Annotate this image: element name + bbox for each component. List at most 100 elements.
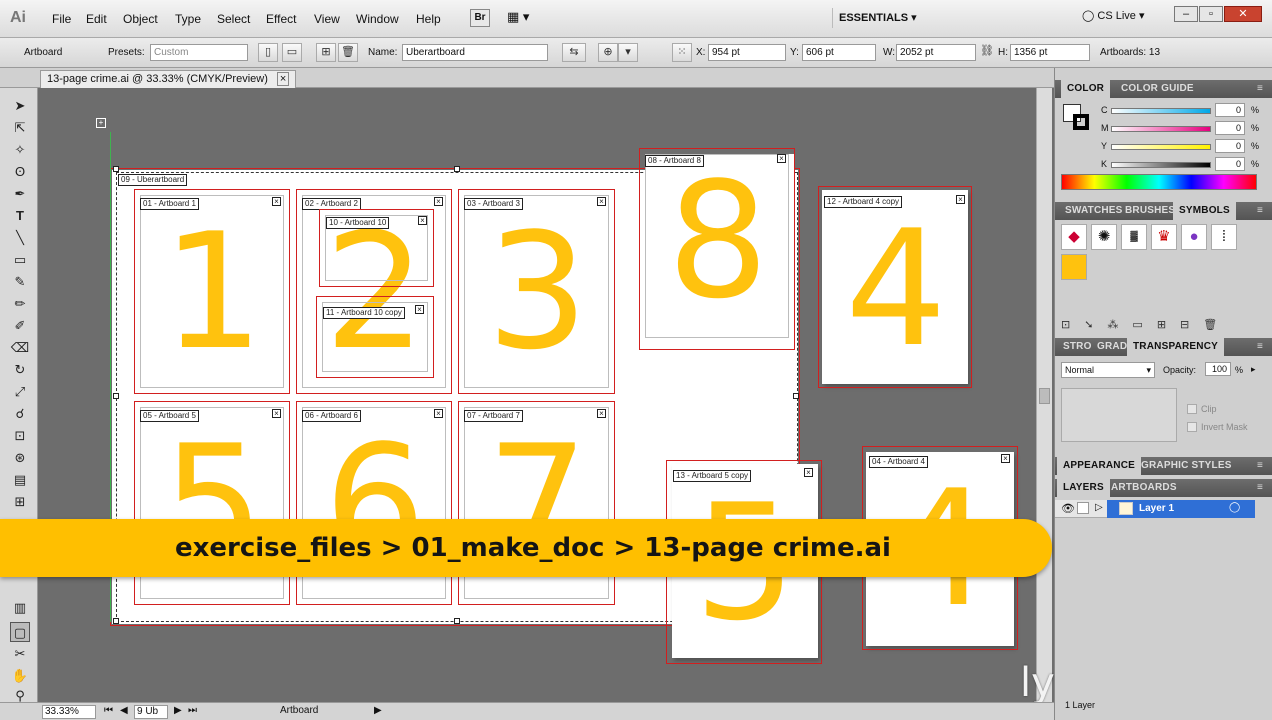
height-field[interactable]: 1356 pt xyxy=(1010,44,1090,61)
tab-brushes[interactable]: BRUSHES xyxy=(1119,202,1181,220)
tab-transparency[interactable]: TRANSPARENCY xyxy=(1127,338,1224,356)
tab-symbols[interactable]: SYMBOLS xyxy=(1173,202,1236,220)
menu-file[interactable]: File xyxy=(52,12,71,26)
symbol-splat-icon[interactable]: ✺ xyxy=(1091,224,1117,250)
handle-tl[interactable] xyxy=(113,166,119,172)
rotate-tool-icon[interactable]: ↻ xyxy=(10,360,30,380)
appearance-menu-icon[interactable]: ≡ xyxy=(1251,457,1269,475)
shape-builder-tool-icon[interactable]: ⊛ xyxy=(10,448,30,468)
artboard-12-frame[interactable]: 4 12 - Artboard 4 copy × xyxy=(818,186,972,388)
expand-layer-icon[interactable]: ▷ xyxy=(1095,502,1103,513)
arrange-documents-icon[interactable]: ▦ ▾ xyxy=(507,9,537,27)
stroke-swatch[interactable] xyxy=(1073,114,1089,130)
symbols-menu-icon[interactable]: ≡ xyxy=(1251,202,1269,220)
direct-selection-tool-icon[interactable]: ⇱ xyxy=(10,118,30,138)
color-spectrum[interactable] xyxy=(1061,174,1257,190)
y-field[interactable]: 606 pt xyxy=(802,44,876,61)
panel-menu-icon[interactable]: ≡ xyxy=(1251,80,1269,98)
fill-stroke-swatch[interactable] xyxy=(1063,104,1091,132)
show-center-icon[interactable]: ⊕ xyxy=(598,43,618,62)
warp-tool-icon[interactable]: ☌ xyxy=(10,404,30,424)
type-tool-icon[interactable]: T xyxy=(10,206,30,226)
artboard-8-close-icon[interactable]: × xyxy=(777,154,786,163)
bridge-button[interactable]: Br xyxy=(470,9,490,27)
artboard-5-close-icon[interactable]: × xyxy=(272,409,281,418)
zoom-field[interactable]: 33.33% xyxy=(42,705,96,719)
menu-help[interactable]: Help xyxy=(416,12,441,26)
x-field[interactable]: 954 pt xyxy=(708,44,786,61)
tab-artboards[interactable]: ARTBOARDS xyxy=(1105,479,1183,497)
landscape-icon[interactable]: ▭ xyxy=(282,43,302,62)
artboard-11-close-icon[interactable]: × xyxy=(415,305,424,314)
line-tool-icon[interactable]: ╲ xyxy=(10,228,30,248)
artboard-13-close-icon[interactable]: × xyxy=(804,468,813,477)
eraser-tool-icon[interactable]: ⌫ xyxy=(10,338,30,358)
symbol-mask-icon[interactable]: ♛ xyxy=(1151,224,1177,250)
width-field[interactable]: 2052 pt xyxy=(896,44,976,61)
hand-tool-icon[interactable]: ✋ xyxy=(10,666,30,686)
menu-edit[interactable]: Edit xyxy=(86,12,107,26)
symbol-frame-icon[interactable]: ⁞ xyxy=(1211,224,1237,250)
artboard-1-frame[interactable]: 1 01 - Artboard 1 × xyxy=(134,189,290,394)
constrain-proportions-icon[interactable]: ⛓ xyxy=(980,43,994,62)
symbol-yellow-swatch[interactable] xyxy=(1061,254,1087,280)
tab-graphic-styles[interactable]: GRAPHIC STYLES xyxy=(1135,457,1238,475)
mesh-tool-icon[interactable]: ⊞ xyxy=(10,492,30,512)
reference-point-icon[interactable]: ⁙ xyxy=(672,43,692,62)
status-menu-icon[interactable]: ▶ xyxy=(374,705,382,719)
tab-color[interactable]: COLOR xyxy=(1061,80,1111,98)
canvas-area[interactable]: + 09 - Uberartboard 1 01 - Artboard 1 × … xyxy=(38,88,1052,702)
tab-color-guide[interactable]: COLOR GUIDE xyxy=(1115,80,1200,98)
vertical-scrollbar[interactable] xyxy=(1036,88,1052,702)
free-transform-tool-icon[interactable]: ⊡ xyxy=(10,426,30,446)
artboard-name-field[interactable]: Uberartboard xyxy=(402,44,548,61)
next-artboard-icon[interactable]: ▶ xyxy=(174,705,182,719)
handle-tm[interactable] xyxy=(454,166,460,172)
selection-tool-icon[interactable]: ➤ xyxy=(10,96,30,116)
layer-row[interactable]: 👁 ▷ Layer 1 ◯ xyxy=(1055,500,1255,518)
layer-target-icon[interactable]: ◯ xyxy=(1229,502,1240,513)
opacity-arrow-icon[interactable]: ▸ xyxy=(1251,364,1256,375)
presets-select[interactable]: Custom xyxy=(150,44,248,61)
prev-artboard-icon[interactable]: ◀ xyxy=(120,705,128,719)
channel-k-slider[interactable] xyxy=(1111,162,1211,168)
artboard-10-frame[interactable]: 10 - Artboard 10 × xyxy=(319,209,434,287)
tab-layers[interactable]: LAYERS xyxy=(1057,479,1110,497)
mask-thumbnail[interactable] xyxy=(1061,388,1177,442)
artboard-7-close-icon[interactable]: × xyxy=(597,409,606,418)
handle-bl[interactable] xyxy=(113,618,119,624)
document-tab[interactable]: 13-page crime.ai @ 33.33% (CMYK/Preview)… xyxy=(40,70,297,88)
artboard-1-close-icon[interactable]: × xyxy=(272,197,281,206)
transparency-menu-icon[interactable]: ≡ xyxy=(1251,338,1269,356)
invert-mask-checkbox[interactable] xyxy=(1187,422,1197,432)
blend-mode-select[interactable]: Normal ▾ xyxy=(1061,362,1155,378)
lock-toggle[interactable] xyxy=(1077,502,1089,514)
maximize-button[interactable]: ▫ xyxy=(1199,6,1223,22)
tab-appearance[interactable]: APPEARANCE xyxy=(1057,457,1142,475)
channel-y-value[interactable]: 0 xyxy=(1215,139,1245,153)
minimize-button[interactable]: – xyxy=(1174,6,1198,22)
channel-k-value[interactable]: 0 xyxy=(1215,157,1245,171)
new-artboard-icon[interactable]: ⊞ xyxy=(316,43,336,62)
close-tab-icon[interactable]: × xyxy=(276,72,290,86)
artboard-6-close-icon[interactable]: × xyxy=(434,409,443,418)
last-artboard-icon[interactable]: ⏭ xyxy=(188,705,197,719)
artboard-3-frame[interactable]: 3 03 - Artboard 3 × xyxy=(458,189,615,394)
layer-name[interactable]: Layer 1 xyxy=(1139,503,1174,514)
artboard-number-field[interactable]: 9 Ub xyxy=(134,705,168,719)
menu-object[interactable]: Object xyxy=(123,12,158,26)
handle-bm[interactable] xyxy=(454,618,460,624)
menu-select[interactable]: Select xyxy=(217,12,250,26)
lasso-tool-icon[interactable]: ʘ xyxy=(10,162,30,182)
menu-window[interactable]: Window xyxy=(356,12,399,26)
close-window-button[interactable]: ✕ xyxy=(1224,6,1262,22)
channel-c-value[interactable]: 0 xyxy=(1215,103,1245,117)
handle-ml[interactable] xyxy=(113,393,119,399)
artboard-4-close-icon[interactable]: × xyxy=(1001,454,1010,463)
symbol-grunge-icon[interactable]: ▓ xyxy=(1121,224,1147,250)
menu-effect[interactable]: Effect xyxy=(266,12,296,26)
cs-live-button[interactable]: ◯ CS Live ▾ xyxy=(1082,9,1144,22)
first-artboard-icon[interactable]: ⏮ xyxy=(104,705,113,719)
delete-artboard-icon[interactable]: 🗑 xyxy=(338,43,358,62)
perspective-grid-tool-icon[interactable]: ▤ xyxy=(10,470,30,490)
